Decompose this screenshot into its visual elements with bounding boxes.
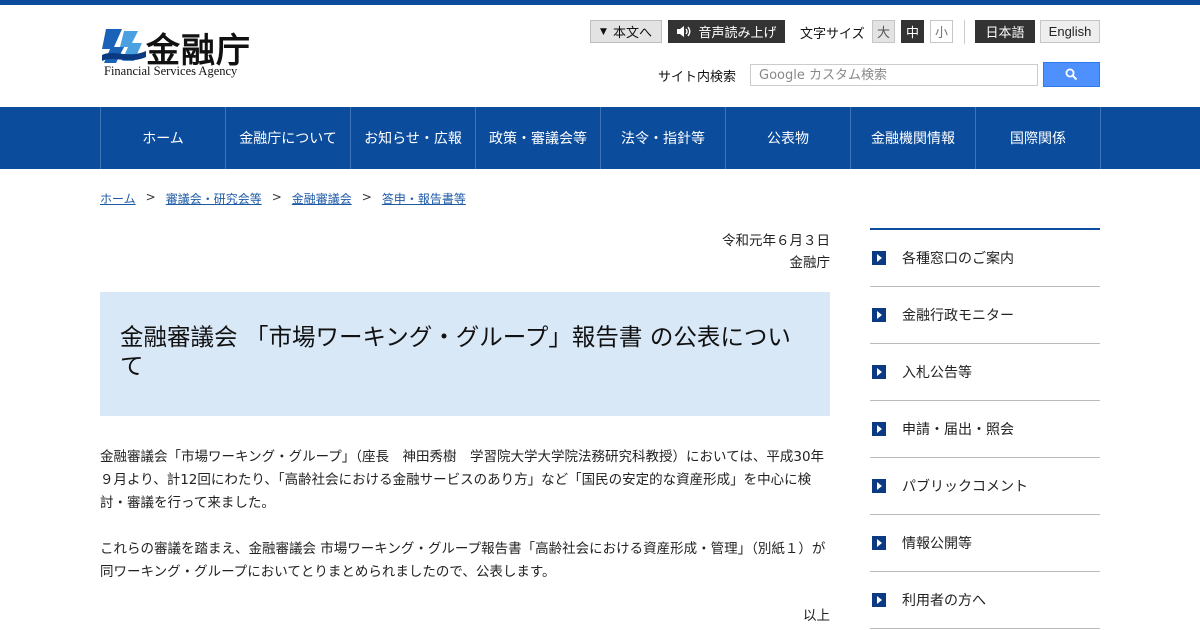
sidebar-item-label: 申請・届出・照会	[902, 422, 1014, 438]
arrow-right-icon	[872, 365, 886, 379]
sidebar-item-contact[interactable]: 各種窓口のご案内	[870, 230, 1100, 287]
language-english-button[interactable]: English	[1040, 20, 1100, 43]
sidebar-item-applications[interactable]: 申請・届出・照会	[870, 401, 1100, 458]
issuer: 金融庁	[789, 255, 831, 271]
font-size-label: 文字サイズ	[800, 27, 865, 42]
release-date: 令和元年６月３日	[722, 233, 830, 249]
nav-item-publications[interactable]: 公表物	[726, 107, 851, 169]
breadcrumb-fsc[interactable]: 金融審議会	[292, 190, 352, 207]
fsa-emblem-icon	[102, 29, 146, 63]
breadcrumb-separator: >	[271, 190, 282, 204]
arrow-right-icon	[872, 422, 886, 436]
nav-item-news[interactable]: お知らせ・広報	[351, 107, 476, 169]
agency-logo[interactable]: 金融庁 Financial Services Agency	[102, 25, 272, 80]
logo-english: Financial Services Agency	[104, 64, 238, 78]
breadcrumb-reports[interactable]: 答申・報告書等	[382, 190, 466, 207]
font-size-small-button[interactable]: 小	[930, 20, 953, 43]
nav-item-institutions[interactable]: 金融機関情報	[851, 107, 976, 169]
arrow-right-icon	[872, 251, 886, 265]
search-button[interactable]	[1043, 62, 1100, 87]
language-japanese-button[interactable]: 日本語	[975, 20, 1035, 43]
arrow-right-icon	[872, 593, 886, 607]
divider	[964, 20, 965, 44]
closing-text: 以上	[803, 608, 830, 624]
sidebar-item-disclosure[interactable]: 情報公開等	[870, 515, 1100, 572]
sidebar-item-label: 情報公開等	[902, 536, 972, 552]
global-nav: ホーム 金融庁について お知らせ・広報 政策・審議会等 法令・指針等 公表物 金…	[0, 107, 1200, 169]
sidebar-item-public-comment[interactable]: パブリックコメント	[870, 458, 1100, 515]
breadcrumb-separator: >	[145, 190, 156, 204]
page-title-box: 金融審議会 「市場ワーキング・グループ」報告書 の公表について	[100, 292, 830, 416]
arrow-right-icon	[872, 536, 886, 550]
sidebar-item-label: 金融行政モニター	[902, 308, 1014, 324]
body-paragraph-2: これらの審議を踏まえ、金融審議会 市場ワーキング・グループ報告書「高齢社会におけ…	[100, 541, 826, 580]
arrow-right-icon	[872, 479, 886, 493]
font-size-medium-button[interactable]: 中	[901, 20, 924, 43]
sidebar-item-label: 利用者の方へ	[902, 593, 986, 609]
magnifier-icon	[1065, 68, 1078, 81]
read-aloud-button[interactable]: 音声読み上げ	[668, 20, 785, 43]
site-search-label: サイト内検索	[658, 70, 737, 85]
sidebar-item-bidding[interactable]: 入札公告等	[870, 344, 1100, 401]
nav-item-policy[interactable]: 政策・審議会等	[476, 107, 601, 169]
speaker-icon	[677, 26, 691, 37]
nav-item-about[interactable]: 金融庁について	[226, 107, 351, 169]
sidebar-item-users[interactable]: 利用者の方へ	[870, 572, 1100, 629]
skip-to-content-button[interactable]: ▼ 本文へ	[590, 20, 662, 43]
sidebar-item-label: パブリックコメント	[902, 479, 1028, 495]
sidebar-item-monitor[interactable]: 金融行政モニター	[870, 287, 1100, 344]
nav-item-international[interactable]: 国際関係	[976, 107, 1101, 169]
nav-item-home[interactable]: ホーム	[101, 107, 226, 169]
sidebar-item-label: 各種窓口のご案内	[902, 251, 1014, 267]
breadcrumb-councils[interactable]: 審議会・研究会等	[166, 190, 262, 207]
page-title: 金融審議会 「市場ワーキング・グループ」報告書 の公表について	[120, 323, 791, 380]
release-info: 令和元年６月３日 金融庁	[600, 230, 830, 274]
nav-item-laws[interactable]: 法令・指針等	[601, 107, 726, 169]
font-size-large-button[interactable]: 大	[872, 20, 895, 43]
triangle-down-icon: ▼	[600, 26, 607, 37]
skip-link-label: 本文へ	[612, 26, 652, 41]
top-accent-bar	[0, 0, 1200, 5]
sidebar-item-label: 入札公告等	[902, 365, 972, 381]
breadcrumb-separator: >	[361, 190, 372, 204]
body-paragraph-1: 金融審議会「市場ワーキング・グループ」（座長 神田秀樹 学習院大学大学院法務研究…	[100, 449, 825, 511]
arrow-right-icon	[872, 308, 886, 322]
breadcrumb: ホーム > 審議会・研究会等 > 金融審議会 > 答申・報告書等	[100, 190, 466, 207]
read-aloud-label: 音声読み上げ	[698, 26, 777, 41]
site-search-input[interactable]	[750, 64, 1038, 86]
breadcrumb-home[interactable]: ホーム	[100, 190, 136, 207]
sidebar-menu: 各種窓口のご案内 金融行政モニター 入札公告等 申請・届出・照会 パブリックコメ…	[870, 228, 1100, 629]
